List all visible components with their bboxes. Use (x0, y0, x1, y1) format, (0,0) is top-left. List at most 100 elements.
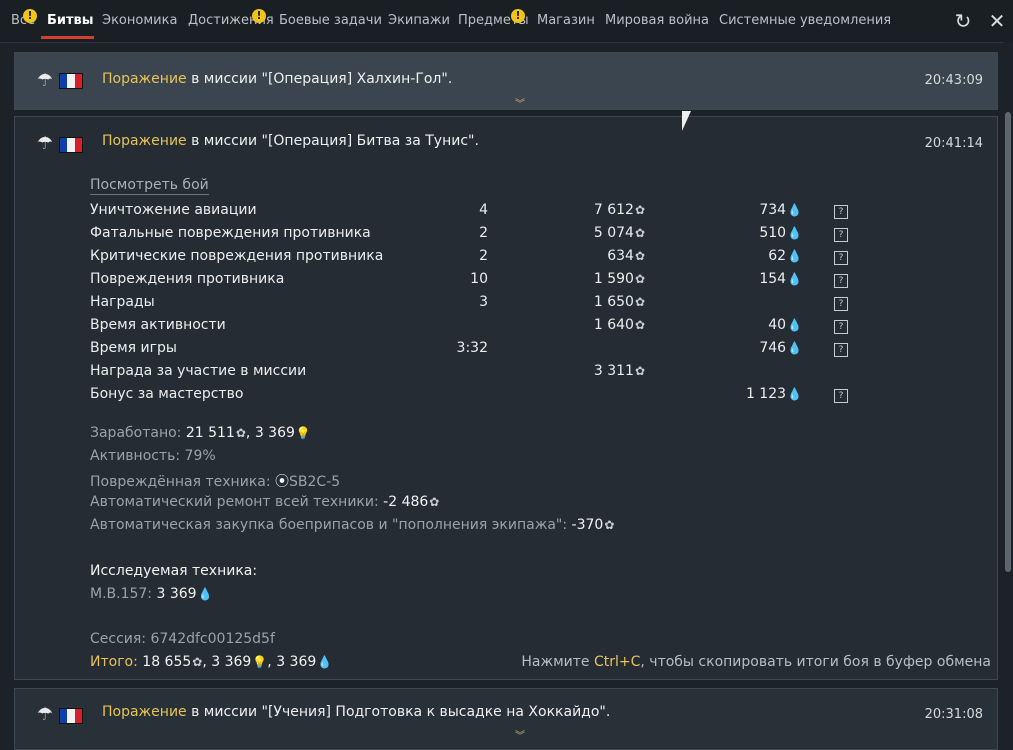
reward-row: Время игры 3:32 746💧 ? (90, 340, 890, 362)
battle-message: Поражение в миссии "[Операция] Халхин-Го… (102, 71, 452, 87)
scrollbar-thumb[interactable] (1005, 112, 1011, 572)
battle-message: Поражение в миссии "[Учения] Подготовка … (102, 704, 610, 720)
help-icon[interactable]: ? (834, 320, 848, 334)
silver-lions-icon: ✿ (634, 364, 645, 378)
research-points-icon: 💧 (787, 226, 802, 240)
silver-lions-icon: ✿ (604, 518, 615, 532)
reward-label: Бонус за мастерство (90, 386, 244, 402)
reward-row: Уничтожение авиации 4 7 612✿ 734💧 ? (90, 202, 890, 224)
tab-label: Экипажи (388, 13, 451, 28)
chevron-down-icon[interactable]: ︾ (515, 95, 525, 110)
vehicle-link[interactable]: SB2C-5 (289, 474, 340, 490)
tab-all[interactable]: ! Все (11, 9, 37, 28)
reward-rp: 746💧 (759, 340, 802, 356)
tab-items[interactable]: ! Предметы (458, 9, 529, 28)
reward-label: Время активности (90, 317, 226, 333)
tab-economy[interactable]: Экономика (102, 13, 177, 28)
help-icon[interactable]: ? (834, 251, 848, 265)
close-icon[interactable]: ✕ (986, 10, 1008, 32)
silver-lions-icon: ✿ (634, 226, 645, 240)
reward-count: 2 (479, 248, 488, 264)
battle-entry[interactable]: ☂ Поражение в миссии "[Операция] Халхин-… (14, 52, 998, 110)
reward-row: Время активности 1 640✿ 40💧 ? (90, 317, 890, 339)
reward-row: Фатальные повреждения противника 2 5 074… (90, 225, 890, 247)
tab-battles[interactable]: Битвы (47, 13, 94, 28)
reward-label: Фатальные повреждения противника (90, 225, 371, 241)
tab-world-war[interactable]: Мировая война (605, 13, 709, 28)
help-icon[interactable]: ? (834, 389, 848, 403)
battle-entry[interactable]: ☂ Поражение в миссии "[Учения] Подготовк… (14, 688, 998, 750)
battle-entry-expanded: ☂ Поражение в миссии "[Операция] Битва з… (14, 116, 998, 680)
reward-count: 10 (470, 271, 488, 287)
research-points-icon: 💧 (787, 203, 802, 217)
silver-lions-icon: ✿ (634, 249, 645, 263)
copy-hint: Нажмите Ctrl+C, чтобы скопировать итоги … (521, 654, 991, 670)
reward-count: 2 (479, 225, 488, 241)
silver-lions-icon: ✿ (634, 203, 645, 217)
reward-label: Время игры (90, 340, 177, 356)
reward-row: Бонус за мастерство 1 123💧 ? (90, 386, 890, 408)
parachute-icon: ☂ (36, 70, 54, 91)
research-points-icon: 💧 (787, 318, 802, 332)
reward-silver: 3 311✿ (593, 363, 645, 379)
reward-silver: 1 650✿ (593, 294, 645, 310)
help-icon[interactable]: ? (834, 343, 848, 357)
chevron-down-icon[interactable]: ︾ (515, 727, 525, 742)
tab-battle-tasks[interactable]: Боевые задачи (279, 13, 382, 28)
tab-label: Магазин (537, 13, 595, 28)
session-id: Сессия: 6742dfc00125d5f (90, 631, 275, 647)
silver-lions-icon: ✿ (429, 495, 440, 509)
reward-row: Повреждения противника 10 1 590✿ 154💧 ? (90, 271, 890, 293)
warning-icon: ! (511, 9, 525, 23)
tab-label: Боевые задачи (279, 13, 382, 28)
mouse-cursor (682, 111, 691, 131)
help-icon[interactable]: ? (834, 228, 848, 242)
reward-label: Критические повреждения противника (90, 248, 384, 264)
research-vehicle: M.B.157: 3 369💧 (90, 586, 213, 602)
research-points-icon: 💧 (787, 387, 802, 401)
reward-count: 3 (479, 294, 488, 310)
tab-label: Экономика (102, 13, 178, 28)
research-title: Исследуемая техника: (90, 563, 258, 579)
parachute-icon: ☂ (36, 133, 54, 154)
france-flag-icon (59, 137, 83, 153)
silver-lions-icon: ✿ (235, 426, 246, 440)
auto-purchase: Автоматическая закупка боеприпасов и "по… (90, 517, 615, 533)
reward-rp: 510💧 (759, 225, 802, 241)
help-icon[interactable]: ? (834, 297, 848, 311)
reward-rp: 1 123💧 (745, 386, 802, 402)
reward-rp: 734💧 (759, 202, 802, 218)
tab-achievements[interactable]: ! Достижения (188, 9, 274, 28)
warning-icon: ! (252, 9, 266, 23)
reward-row: Награды 3 1 650✿ ? (90, 294, 890, 316)
battle-time: 20:43:09 (924, 73, 983, 88)
scrollbar[interactable] (1003, 42, 1013, 736)
tab-label: Системные уведомления (719, 13, 892, 28)
tab-crews[interactable]: Экипажи (388, 13, 450, 28)
tab-system-notifications[interactable]: Системные уведомления (719, 13, 891, 28)
total-summary: Итого: 18 655✿, 3 369💡, 3 369💧 (90, 654, 333, 670)
research-points-icon: 💧 (197, 587, 213, 601)
earned-summary: Заработано: 21 511✿, 3 369💡 (90, 425, 311, 441)
research-points-icon: 💧 (787, 249, 802, 263)
damaged-vehicles: Повреждённая техника: ⦿SB2C-5 (90, 474, 341, 490)
tab-store[interactable]: Магазин (537, 13, 595, 28)
refresh-icon[interactable]: ↻ (952, 10, 974, 32)
reward-count: 3:32 (456, 340, 488, 356)
reward-label: Награды (90, 294, 155, 310)
battle-time: 20:41:14 (924, 136, 983, 151)
battle-result: Поражение (102, 704, 187, 720)
reward-rp: 40💧 (768, 317, 802, 333)
warning-icon: ! (23, 9, 37, 23)
reward-silver: 5 074✿ (593, 225, 645, 241)
help-icon[interactable]: ? (834, 205, 848, 219)
battle-message: Поражение в миссии "[Операция] Битва за … (102, 133, 479, 149)
france-flag-icon (59, 73, 83, 89)
silver-lions-icon: ✿ (634, 272, 645, 286)
reward-row: Награда за участие в миссии 3 311✿ (90, 363, 890, 385)
view-battle-button[interactable]: Посмотреть бой (90, 177, 209, 195)
free-research-points-icon: 💡 (295, 426, 311, 440)
france-flag-icon (59, 708, 83, 724)
battle-result: Поражение (102, 133, 187, 149)
help-icon[interactable]: ? (834, 274, 848, 288)
